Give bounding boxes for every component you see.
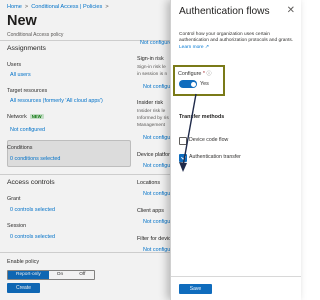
toggle-knob <box>190 81 196 87</box>
configure-label: Configure * ⓘ <box>178 70 212 77</box>
configure-toggle-label: Yes <box>200 81 209 87</box>
configure-toggle[interactable] <box>179 80 197 88</box>
info-icon: ⓘ <box>206 71 212 77</box>
save-button[interactable]: Save <box>179 284 212 294</box>
configure-label-text: Configure <box>178 71 202 77</box>
panel-description: Control how your organization uses certa… <box>179 32 295 51</box>
close-icon[interactable]: ✕ <box>287 6 295 16</box>
annotation-arrow <box>179 93 197 172</box>
description-text: Control how your organization uses certa… <box>179 32 294 44</box>
required-marker: * <box>202 71 205 77</box>
panel-footer-divider <box>171 276 301 277</box>
panel-title: Authentication flows <box>179 6 270 17</box>
learn-more-link[interactable]: Learn more <box>179 45 204 50</box>
external-link-icon: ↗ <box>203 44 209 50</box>
